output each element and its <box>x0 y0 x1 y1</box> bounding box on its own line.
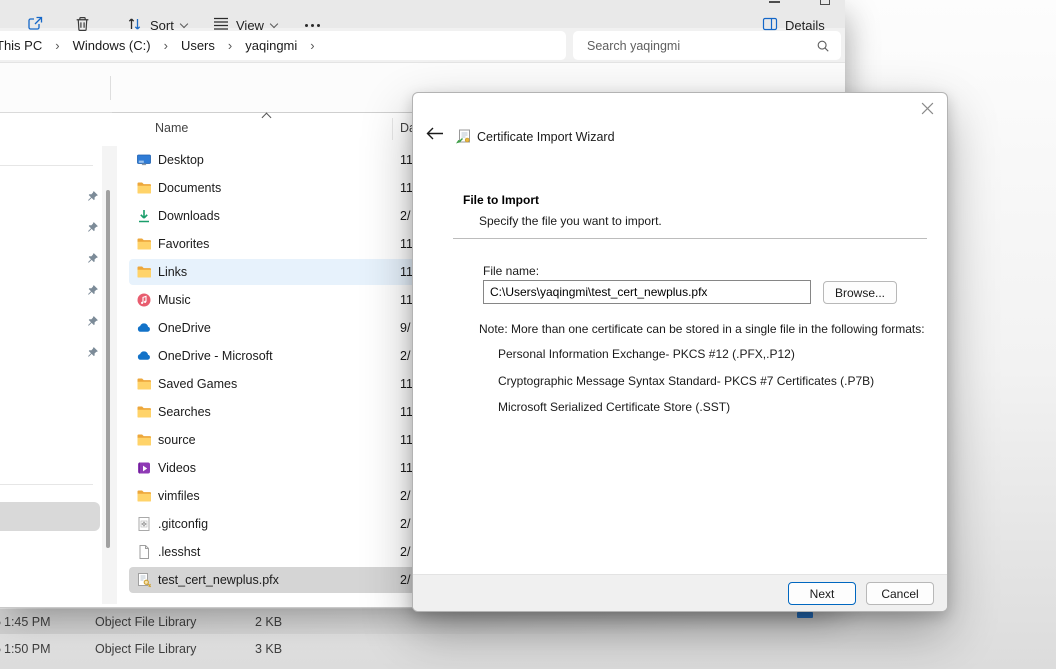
format-line: Cryptographic Message Syntax Standard- P… <box>498 374 874 388</box>
certificate-icon <box>136 572 152 588</box>
cloud-icon <box>136 320 152 336</box>
file-name: Downloads <box>158 202 220 230</box>
date-modified-fragment: 9/ <box>400 314 410 342</box>
browse-button[interactable]: Browse... <box>823 281 897 304</box>
certificate-wizard-icon <box>455 129 471 148</box>
file-name-field-wrap <box>483 280 811 304</box>
file-name: test_cert_newplus.pfx <box>158 566 279 594</box>
file-name-label: File name: <box>483 264 539 278</box>
date-modified-fragment: 2/ <box>400 482 410 510</box>
sort-arrows-icon <box>126 16 143 35</box>
chevron-down-icon <box>180 19 188 27</box>
folder-icon <box>136 264 152 280</box>
time-prefix-fragment: 5 <box>0 638 1 660</box>
delete-button[interactable] <box>74 0 91 50</box>
file-name: .lesshst <box>158 538 200 566</box>
trash-icon <box>74 15 91 36</box>
breadcrumb-chevron-icon[interactable]: › <box>55 38 59 53</box>
desktop-icon <box>136 152 152 168</box>
file-type: Object File Library <box>95 611 196 633</box>
share-button[interactable] <box>25 0 45 50</box>
date-modified-fragment: 2/ <box>400 538 410 566</box>
back-arrow-icon <box>426 130 444 144</box>
file-name: Documents <box>158 174 221 202</box>
background-blue-fragment <box>797 612 813 618</box>
file-name: OneDrive - Microsoft <box>158 342 273 370</box>
background-file-row: 51:45 PM Object File Library 2 KB <box>0 611 845 633</box>
file-name: Desktop <box>158 146 204 174</box>
folder-icon <box>136 404 152 420</box>
date-modified-fragment: 2/ <box>400 566 410 594</box>
time-modified: 1:50 PM <box>4 638 51 660</box>
time-prefix-fragment: 5 <box>0 611 1 633</box>
file-name: Links <box>158 258 187 286</box>
file-size: 2 KB <box>255 611 282 633</box>
section-subtitle: Specify the file you want to import. <box>479 214 662 228</box>
toolbar-divider <box>110 76 111 100</box>
folder-icon <box>136 376 152 392</box>
chevron-down-icon <box>270 19 278 27</box>
file-name: Videos <box>158 454 196 482</box>
folder-icon <box>136 432 152 448</box>
music-icon <box>136 292 152 308</box>
format-line: Microsoft Serialized Certificate Store (… <box>498 400 730 414</box>
view-button[interactable]: View <box>213 0 277 50</box>
close-icon <box>921 102 934 118</box>
cloud-icon <box>136 348 152 364</box>
details-pane-icon <box>762 16 778 35</box>
share-icon <box>25 14 45 36</box>
file-name: Saved Games <box>158 370 237 398</box>
folder-icon <box>136 180 152 196</box>
file-name: source <box>158 426 196 454</box>
close-button[interactable] <box>916 100 938 120</box>
background-file-row: 51:50 PM Object File Library 3 KB <box>0 638 845 660</box>
dialog-title: Certificate Import Wizard <box>477 130 615 144</box>
sort-button[interactable]: Sort <box>126 0 187 50</box>
file-name: Favorites <box>158 230 209 258</box>
config-icon <box>136 516 152 532</box>
more-icon <box>305 24 320 27</box>
file-icon <box>136 544 152 560</box>
file-size: 3 KB <box>255 638 282 660</box>
file-type: Object File Library <box>95 638 196 660</box>
column-divider <box>392 118 393 140</box>
file-name: Searches <box>158 398 211 426</box>
date-modified-fragment: 2/ <box>400 202 410 230</box>
file-name: .gitconfig <box>158 510 208 538</box>
download-icon <box>136 208 152 224</box>
next-button[interactable]: Next <box>788 582 856 605</box>
sort-ascending-icon <box>262 113 272 123</box>
details-button[interactable]: Details <box>762 0 825 50</box>
file-name-input[interactable] <box>484 281 810 303</box>
time-modified: 1:45 PM <box>4 611 51 633</box>
file-name: Music <box>158 286 191 314</box>
back-button[interactable] <box>426 126 444 144</box>
column-header-name[interactable]: Name <box>155 121 188 135</box>
view-list-icon <box>213 17 229 34</box>
video-icon <box>136 460 152 476</box>
sort-label: Sort <box>150 18 174 33</box>
details-label: Details <box>785 18 825 33</box>
date-modified-fragment: 2/ <box>400 510 410 538</box>
certificate-import-wizard-dialog: Certificate Import Wizard File to Import… <box>412 92 948 612</box>
cancel-button[interactable]: Cancel <box>866 582 934 605</box>
section-separator <box>453 238 927 239</box>
folder-icon <box>136 236 152 252</box>
file-name: vimfiles <box>158 482 200 510</box>
file-name: OneDrive <box>158 314 211 342</box>
section-heading: File to Import <box>463 193 539 207</box>
note-text: Note: More than one certificate can be s… <box>479 322 925 336</box>
format-line: Personal Information Exchange- PKCS #12 … <box>498 347 795 361</box>
date-modified-fragment: 2/ <box>400 342 410 370</box>
view-label: View <box>236 18 264 33</box>
more-options-button[interactable] <box>305 0 320 50</box>
folder-icon <box>136 488 152 504</box>
